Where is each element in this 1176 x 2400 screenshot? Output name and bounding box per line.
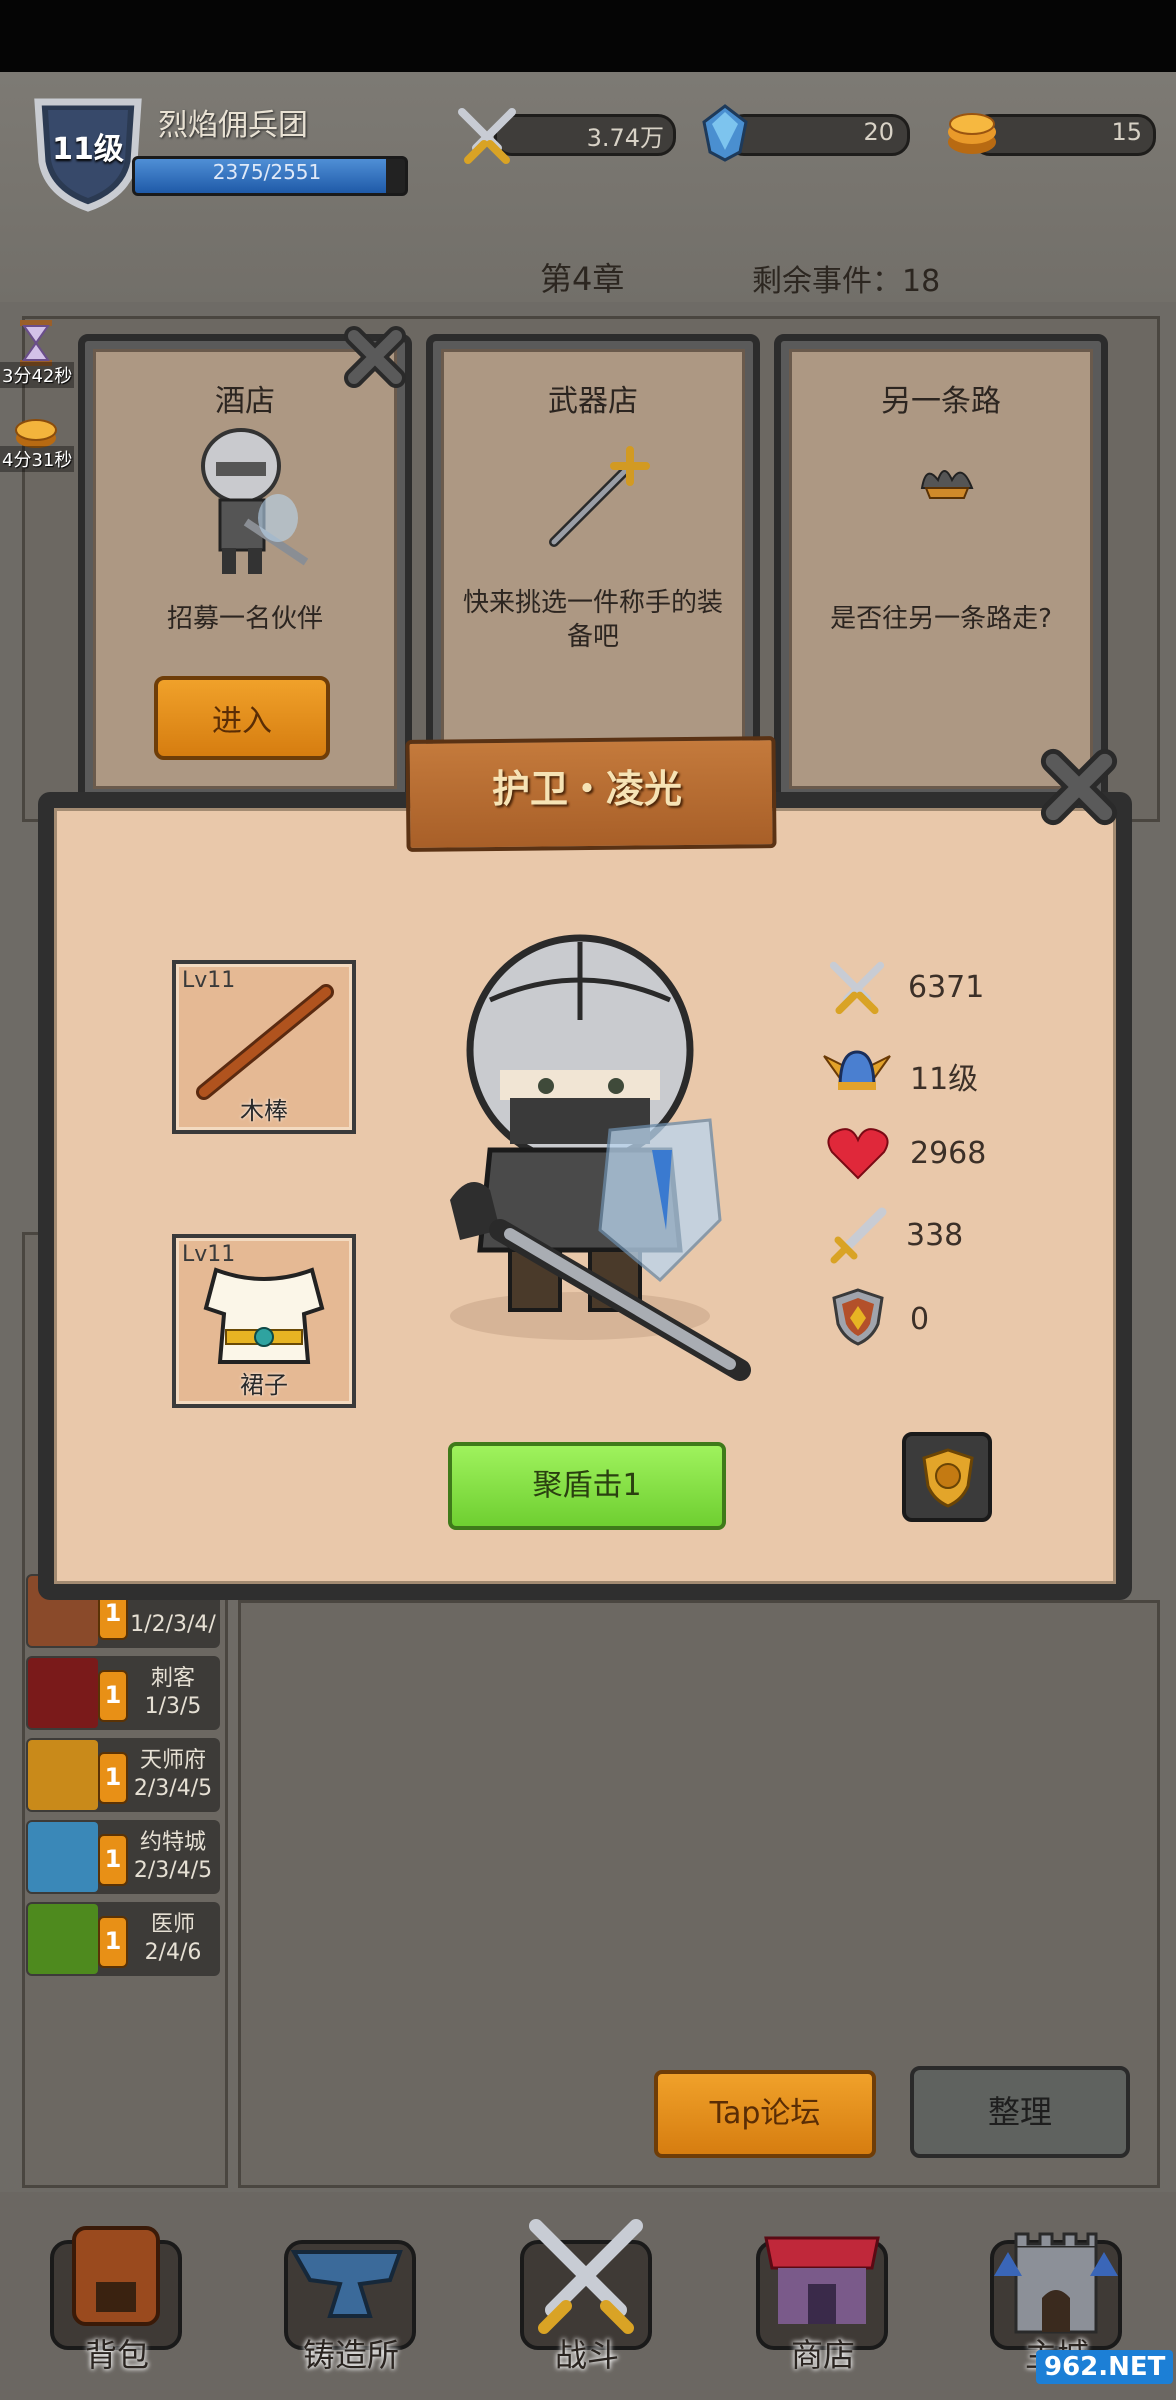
shield-icon [832,1288,884,1346]
skill-button[interactable]: 聚盾击1 [448,1442,726,1530]
faction-name: 约特城 [139,1830,206,1855]
nav-shop[interactable]: 商店 [742,2212,904,2390]
nav-battle[interactable]: 战斗 [506,2212,668,2390]
nav-shop-label: 商店 [790,2336,855,2374]
faction-badge: 1 [98,1834,128,1886]
knight-icon [201,428,309,574]
faction-name: 天师府 [139,1748,206,1773]
meditation-icon [28,1740,98,1810]
assassin-icon [28,1658,98,1728]
hourglass-icon[interactable] [16,318,56,368]
faction-item[interactable]: 1 天师府 2/3/4/5 [26,1738,220,1812]
sort-button[interactable]: 整理 [910,2066,1130,2158]
attack-power-icon [829,961,885,1015]
xp-text: 2375/2551 [212,160,322,184]
gem-icon [702,104,748,162]
remaining-events: 剩余事件：18 [752,264,941,299]
hero-knight-portrait [450,934,751,1381]
coin-value: 15 [1111,118,1142,146]
dialog-title: 护卫・凌光 [491,767,682,811]
nav-backpack-label: 背包 [84,2336,149,2374]
weapon-name: 木棒 [240,1097,288,1125]
card-another-path-title: 另一条路 [881,384,1001,419]
armor-level: Lv11 [182,1242,236,1267]
card-weapon-shop-title: 武器店 [548,384,638,419]
gem-value: 20 [863,118,894,146]
power-value: 3.74万 [586,124,664,152]
guard-skill-button[interactable] [902,1432,992,1522]
faction-name: 医师 [150,1912,195,1937]
faction-badge: 1 [98,1670,128,1722]
faction-progress: 1/3/5 [144,1694,202,1719]
nav-battle-label: 战斗 [554,2336,619,2374]
card-another-path[interactable]: 另一条路 是否往另一条路走? [774,334,1108,804]
faction-name: 刺客 [150,1666,195,1691]
faction-progress: 2/3/4/5 [133,1858,213,1883]
dialog-close-icon[interactable] [1036,744,1122,830]
card-weapon-shop[interactable]: 武器店 快来挑选一件称手的装备吧 [426,334,760,804]
faction-item[interactable]: 1 医师 2/4/6 [26,1902,220,1976]
stat-hp: 2968 [910,1136,987,1171]
stat-power: 6371 [908,970,985,1005]
faction-badge: 1 [98,1752,128,1804]
path-icon [920,470,974,499]
tap-forum-button[interactable]: Tap论坛 [654,2070,876,2158]
stat-level: 11级 [910,1062,979,1097]
site-watermark: 962.NET [1036,2350,1174,2384]
nav-forge[interactable]: 铸造所 [270,2212,432,2390]
faction-progress: 2/3/4/5 [133,1776,213,1801]
coin-icon [948,113,996,154]
team-name: 烈焰佣兵团 [158,108,308,143]
faction-progress: 1/2/3/4/ [130,1612,216,1637]
vortex-icon [28,1822,98,1892]
faction-badge: 1 [98,1916,128,1968]
winged-helmet-icon [823,1050,891,1090]
status-bar [0,0,1176,72]
stat-defense: 0 [910,1302,930,1337]
stat-attack: 338 [906,1218,964,1253]
crossed-swords-icon [458,108,516,164]
lion-shield-icon [922,1448,974,1508]
nav-backpack[interactable]: 背包 [36,2212,198,2390]
sword-icon [830,1207,887,1264]
chapter-title: 第4章 [540,260,625,298]
enter-button[interactable]: 进入 [154,676,330,760]
weapon-level: Lv11 [182,968,236,993]
wooden-club-icon [196,984,334,1100]
nav-forge-label: 铸造所 [302,2336,399,2374]
faction-progress: 2/4/6 [144,1940,202,1965]
timer-1: 3分42秒 [0,362,75,388]
faction-item[interactable]: 1 刺客 1/3/5 [26,1656,220,1730]
armor-name: 裙子 [240,1371,288,1399]
weapon-slot[interactable]: Lv11 木棒 [172,960,356,1134]
card-inn-desc: 招募一名伙伴 [166,604,323,634]
healer-icon [28,1904,98,1974]
card-inn[interactable]: 酒店 招募一名伙伴 进入 [78,334,412,804]
card-another-path-desc: 是否往另一条路走? [830,604,1052,634]
armor-dress-icon [203,1267,325,1364]
staff-icon [549,446,650,547]
card-weapon-shop-desc: 快来挑选一件称手的装备吧 [462,588,723,652]
faction-item[interactable]: 1 约特城 2/3/4/5 [26,1820,220,1894]
close-icon[interactable] [340,322,410,392]
armor-slot[interactable]: Lv11 裙子 [172,1234,356,1408]
timer-2: 4分31秒 [0,446,75,472]
heart-icon [827,1128,889,1180]
level-label: 11级 [52,132,124,167]
